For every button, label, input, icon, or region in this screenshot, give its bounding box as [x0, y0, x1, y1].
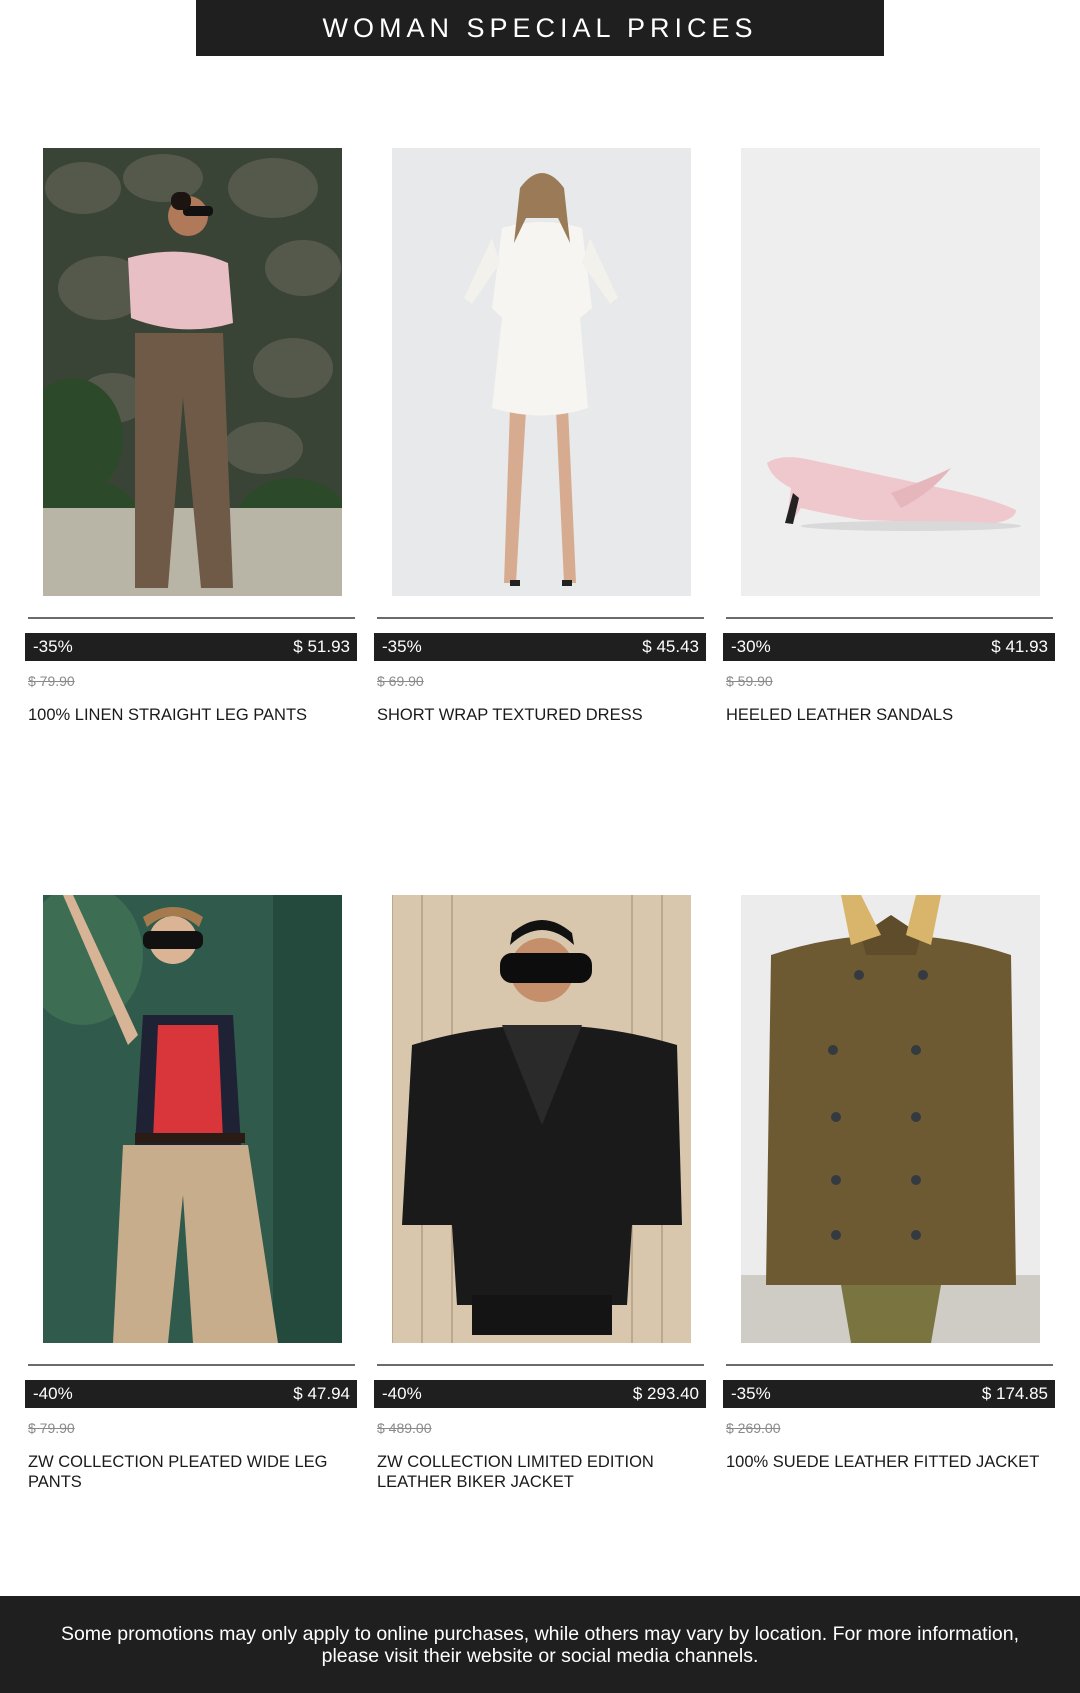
sale-price: $ 51.93	[293, 637, 350, 656]
product-image[interactable]	[43, 148, 342, 596]
discount-badge: -40%	[382, 1384, 422, 1403]
price-bar: -40% $ 293.40	[374, 1380, 706, 1408]
discount-badge: -40%	[33, 1384, 73, 1403]
price-bar: -35% $ 51.93	[25, 633, 357, 661]
product-name[interactable]: 100% LINEN STRAIGHT LEG PANTS	[28, 705, 348, 725]
sale-price: $ 41.93	[991, 637, 1048, 656]
product-name[interactable]: ZW COLLECTION LIMITED EDITION LEATHER BI…	[377, 1452, 697, 1492]
sale-price: $ 174.85	[981, 1384, 1048, 1403]
product-image[interactable]	[392, 148, 691, 596]
original-price: $ 79.90	[28, 1420, 75, 1436]
sale-price: $ 45.43	[642, 637, 699, 656]
divider	[28, 1364, 355, 1366]
product-name[interactable]: 100% SUEDE LEATHER FITTED JACKET	[726, 1452, 1046, 1472]
original-price: $ 269.00	[726, 1420, 781, 1436]
price-bar: -40% $ 47.94	[25, 1380, 357, 1408]
original-price: $ 489.00	[377, 1420, 432, 1436]
sale-price: $ 293.40	[632, 1384, 699, 1403]
divider	[377, 617, 704, 619]
divider	[377, 1364, 704, 1366]
divider	[726, 617, 1053, 619]
discount-badge: -35%	[33, 637, 73, 656]
product-name[interactable]: ZW COLLECTION PLEATED WIDE LEG PANTS	[28, 1452, 348, 1492]
product-name[interactable]: SHORT WRAP TEXTURED DRESS	[377, 705, 697, 725]
price-bar: -35% $ 174.85	[723, 1380, 1055, 1408]
product-name[interactable]: HEELED LEATHER SANDALS	[726, 705, 1046, 725]
page-title-banner: WOMAN SPECIAL PRICES	[196, 0, 884, 56]
original-price: $ 79.90	[28, 673, 75, 689]
divider	[28, 617, 355, 619]
price-bar: -30% $ 41.93	[723, 633, 1055, 661]
discount-badge: -30%	[731, 637, 771, 656]
original-price: $ 59.90	[726, 673, 773, 689]
price-bar: -35% $ 45.43	[374, 633, 706, 661]
original-price: $ 69.90	[377, 673, 424, 689]
discount-badge: -35%	[382, 637, 422, 656]
sale-price: $ 47.94	[293, 1384, 350, 1403]
product-image[interactable]	[741, 148, 1040, 596]
discount-badge: -35%	[731, 1384, 771, 1403]
page-title: WOMAN SPECIAL PRICES	[322, 12, 758, 43]
product-image[interactable]	[43, 895, 342, 1343]
disclaimer-footer: Some promotions may only apply to online…	[0, 1596, 1080, 1693]
disclaimer-text: Some promotions may only apply to online…	[60, 1622, 1020, 1667]
divider	[726, 1364, 1053, 1366]
product-image[interactable]	[741, 895, 1040, 1343]
product-image[interactable]	[392, 895, 691, 1343]
